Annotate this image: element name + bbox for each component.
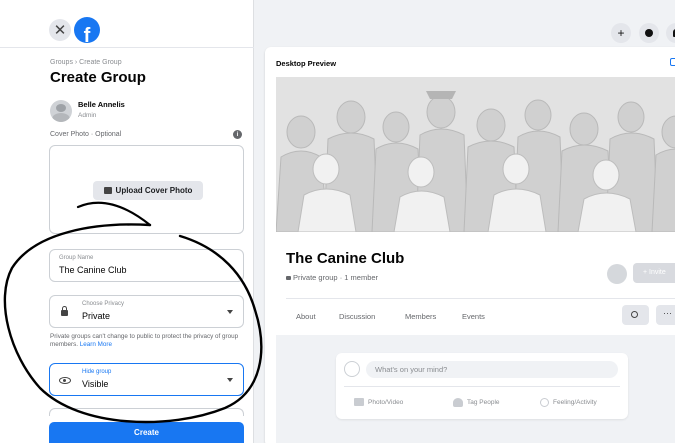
- member-avatar: [607, 264, 627, 284]
- learn-more-link[interactable]: Learn More: [80, 341, 112, 348]
- group-name-label: Group Name: [59, 255, 94, 261]
- desktop-preview-title: Desktop Preview: [276, 59, 337, 68]
- tab-members[interactable]: Members: [405, 312, 436, 321]
- hide-group-select[interactable]: Hide group Visible: [49, 363, 244, 396]
- tag-people-icon: [453, 398, 463, 407]
- facebook-logo-icon[interactable]: f: [74, 17, 100, 43]
- breadcrumb[interactable]: Groups › Create Group: [50, 59, 122, 66]
- cover-photo-label: Cover Photo · Optional: [50, 131, 122, 138]
- photo-video-label: Photo/Video: [368, 398, 404, 406]
- tab-events[interactable]: Events: [462, 312, 485, 321]
- upload-cover-photo-button[interactable]: Upload Cover Photo: [93, 181, 203, 200]
- admin-name: Belle Annelis: [78, 100, 125, 109]
- tag-people-label: Tag People: [467, 399, 500, 406]
- privacy-label: Choose Privacy: [82, 301, 125, 307]
- privacy-note: Private groups can't change to public to…: [50, 333, 244, 349]
- composer-input[interactable]: What's on your mind?: [366, 361, 618, 378]
- next-form-field[interactable]: [49, 408, 244, 416]
- privacy-value: Private: [82, 311, 111, 321]
- panel-header: [0, 0, 254, 48]
- bell-icon[interactable]: [666, 23, 675, 43]
- info-icon[interactable]: i: [233, 130, 242, 139]
- feeling-icon: [540, 398, 549, 407]
- privacy-note-text: Private groups can't change to public to…: [50, 333, 239, 349]
- chevron-down-icon: [227, 378, 233, 382]
- tag-people-action[interactable]: Tag People: [453, 398, 500, 407]
- composer-divider: [344, 386, 620, 387]
- hide-group-value: Visible: [82, 379, 109, 389]
- mobile-preview-icon[interactable]: [670, 58, 675, 66]
- post-composer: What's on your mind? Photo/Video Tag Peo…: [336, 353, 628, 419]
- photo-video-action[interactable]: Photo/Video: [354, 398, 403, 406]
- messenger-icon[interactable]: [639, 23, 659, 43]
- avatar: [50, 100, 72, 122]
- feeling-activity-action[interactable]: Feeling/Activity: [540, 398, 597, 407]
- invite-button[interactable]: + Invite: [633, 263, 675, 283]
- plus-icon[interactable]: +: [611, 23, 631, 43]
- create-button[interactable]: Create: [49, 422, 244, 443]
- lock-icon: [61, 306, 68, 316]
- photo-icon: [354, 398, 364, 406]
- feeling-activity-label: Feeling/Activity: [553, 399, 597, 406]
- preview-group-meta: Private group · 1 member: [286, 273, 378, 282]
- group-name-input[interactable]: Group Name The Canine Club: [49, 249, 244, 282]
- admin-role: Admin: [78, 112, 97, 119]
- chevron-down-icon: [227, 310, 233, 314]
- facebook-logo-letter: f: [83, 25, 91, 43]
- composer-avatar: [344, 361, 360, 377]
- create-group-panel: ✕ f Groups › Create Group Create Group B…: [0, 0, 254, 443]
- lock-icon: [286, 276, 291, 280]
- upload-cover-photo-label: Upload Cover Photo: [115, 186, 193, 195]
- preview-group-name: The Canine Club: [286, 250, 405, 267]
- cover-illustration: [276, 77, 675, 232]
- tabs-divider: [286, 298, 675, 299]
- more-icon[interactable]: ···: [656, 305, 675, 325]
- page-title: Create Group: [50, 69, 146, 86]
- eye-icon: [59, 377, 71, 384]
- tab-about[interactable]: About: [296, 312, 316, 321]
- close-icon[interactable]: ✕: [49, 19, 71, 41]
- privacy-select[interactable]: Choose Privacy Private: [49, 295, 244, 328]
- preview-group-meta-text: Private group · 1 member: [293, 273, 379, 282]
- crowd-illustration-icon: [276, 77, 675, 232]
- photo-icon: [103, 187, 112, 194]
- group-name-value: The Canine Club: [59, 265, 127, 275]
- hide-group-label: Hide group: [82, 369, 112, 375]
- tab-discussion[interactable]: Discussion: [339, 312, 375, 321]
- search-icon[interactable]: [622, 305, 649, 325]
